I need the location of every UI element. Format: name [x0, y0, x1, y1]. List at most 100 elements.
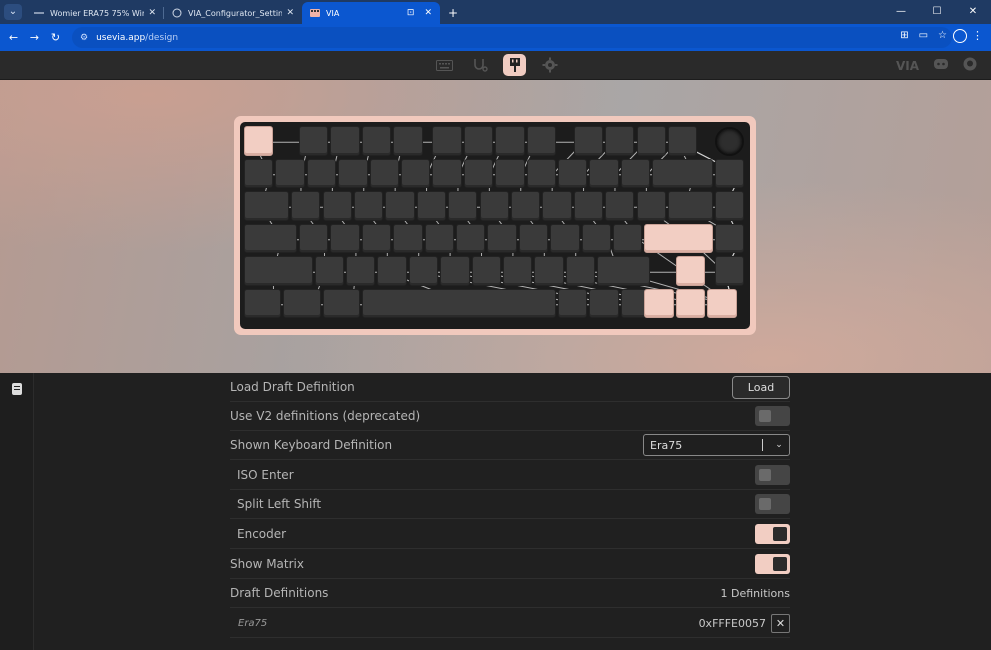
more-menu-icon[interactable]: ⋮	[972, 29, 983, 42]
load-button[interactable]: Load	[732, 375, 790, 399]
chevron-down-icon[interactable]: ⌄	[769, 440, 789, 450]
iso-enter-toggle[interactable]	[755, 465, 790, 485]
close-tab-icon[interactable]: ✕	[424, 8, 432, 18]
keycap[interactable]	[377, 256, 407, 286]
keycap[interactable]	[361, 223, 392, 253]
keycap[interactable]	[526, 158, 556, 188]
keycap[interactable]	[330, 223, 360, 253]
settings-icon[interactable]	[538, 54, 561, 76]
keycap[interactable]	[510, 191, 541, 221]
show-matrix-toggle[interactable]	[755, 554, 790, 574]
keycap[interactable]	[644, 223, 713, 253]
keycap[interactable]	[550, 223, 580, 253]
keycap[interactable]	[401, 158, 431, 188]
keyboard-configure-icon[interactable]	[433, 54, 456, 76]
keycap[interactable]	[612, 223, 643, 253]
forward-arrow-icon[interactable]: →	[24, 31, 45, 44]
via-logo[interactable]: VIA	[896, 59, 919, 73]
reload-icon[interactable]: ↻	[45, 31, 66, 44]
keycap[interactable]	[675, 288, 706, 318]
keycap[interactable]	[495, 126, 525, 156]
keycap[interactable]	[385, 191, 415, 221]
keycap[interactable]	[463, 158, 494, 188]
bookmark-star-icon[interactable]: ☆	[938, 30, 947, 41]
keycap[interactable]	[408, 256, 439, 286]
encoder-toggle[interactable]	[755, 524, 790, 544]
keycap[interactable]	[573, 191, 604, 221]
keycap[interactable]	[463, 126, 494, 156]
keycap[interactable]	[330, 126, 360, 156]
keycap[interactable]	[518, 223, 549, 253]
keycap[interactable]	[667, 191, 713, 221]
maximize-icon[interactable]: ☐	[919, 0, 955, 24]
keycap[interactable]	[369, 158, 399, 188]
use-v2-toggle[interactable]	[755, 406, 790, 426]
translate-icon[interactable]: ⊞	[900, 30, 908, 41]
discord-icon[interactable]	[933, 58, 949, 73]
test-matrix-icon[interactable]	[468, 54, 491, 76]
keycap[interactable]	[298, 126, 329, 156]
keycap[interactable]	[244, 191, 290, 221]
remove-definition-icon[interactable]: ✕	[771, 613, 790, 633]
address-bar[interactable]: ⚙ usevia.app/design	[72, 27, 952, 48]
keycap[interactable]	[306, 158, 337, 188]
keycap[interactable]	[675, 256, 706, 286]
keycap[interactable]	[558, 288, 588, 318]
keycap[interactable]	[244, 158, 274, 188]
keycap[interactable]	[361, 126, 392, 156]
keycap[interactable]	[448, 191, 478, 221]
keycap[interactable]	[652, 158, 713, 188]
keycap[interactable]	[322, 191, 352, 221]
site-info-icon[interactable]: ⚙	[80, 33, 88, 43]
keycap[interactable]	[298, 223, 329, 253]
keycap[interactable]	[707, 288, 737, 318]
keycap[interactable]	[353, 191, 384, 221]
keycap[interactable]	[424, 223, 454, 253]
keycap[interactable]	[715, 223, 745, 253]
close-window-icon[interactable]: ✕	[955, 0, 991, 24]
close-tab-icon[interactable]: ✕	[286, 8, 294, 18]
keycap[interactable]	[605, 126, 635, 156]
encoder-knob[interactable]	[715, 127, 745, 157]
keycap[interactable]	[361, 288, 556, 318]
keycap[interactable]	[244, 256, 313, 286]
keycap[interactable]	[283, 288, 321, 318]
keycap[interactable]	[487, 223, 517, 253]
keycap[interactable]	[573, 126, 604, 156]
keycap[interactable]	[244, 126, 274, 156]
keycap[interactable]	[244, 288, 282, 318]
back-arrow-icon[interactable]: ←	[3, 31, 24, 44]
keyboard-definition-select[interactable]: Era75 ⌄	[643, 434, 790, 456]
keycap[interactable]	[581, 223, 611, 253]
keycap[interactable]	[322, 288, 360, 318]
profile-avatar-icon[interactable]	[953, 29, 967, 43]
keycap[interactable]	[440, 256, 470, 286]
keycap[interactable]	[715, 158, 745, 188]
keycap[interactable]	[565, 256, 596, 286]
keycap[interactable]	[605, 191, 635, 221]
keycap[interactable]	[393, 126, 423, 156]
keycap[interactable]	[715, 191, 745, 221]
keycap[interactable]	[558, 158, 588, 188]
keycap[interactable]	[534, 256, 564, 286]
keycap[interactable]	[526, 126, 556, 156]
keycap[interactable]	[495, 158, 525, 188]
browser-tab-via-guide[interactable]: VIA_Configurator_Settings_Guid ✕	[164, 2, 302, 24]
keycap[interactable]	[314, 256, 345, 286]
keycap[interactable]	[471, 256, 502, 286]
keycap[interactable]	[346, 256, 376, 286]
keycap[interactable]	[542, 191, 572, 221]
tab-search-chevron-icon[interactable]: ⌄	[4, 4, 22, 20]
keycap[interactable]	[416, 191, 447, 221]
keycap[interactable]	[667, 126, 698, 156]
definition-document-icon[interactable]	[12, 383, 22, 395]
keycap[interactable]	[589, 288, 619, 318]
new-tab-button[interactable]: +	[448, 6, 458, 20]
close-tab-icon[interactable]: ✕	[148, 8, 156, 18]
keycap[interactable]	[291, 191, 321, 221]
design-icon[interactable]	[503, 54, 526, 76]
keycap[interactable]	[393, 223, 423, 253]
keycap[interactable]	[432, 126, 462, 156]
media-icon[interactable]: ⊡	[407, 8, 415, 18]
keycap[interactable]	[338, 158, 368, 188]
